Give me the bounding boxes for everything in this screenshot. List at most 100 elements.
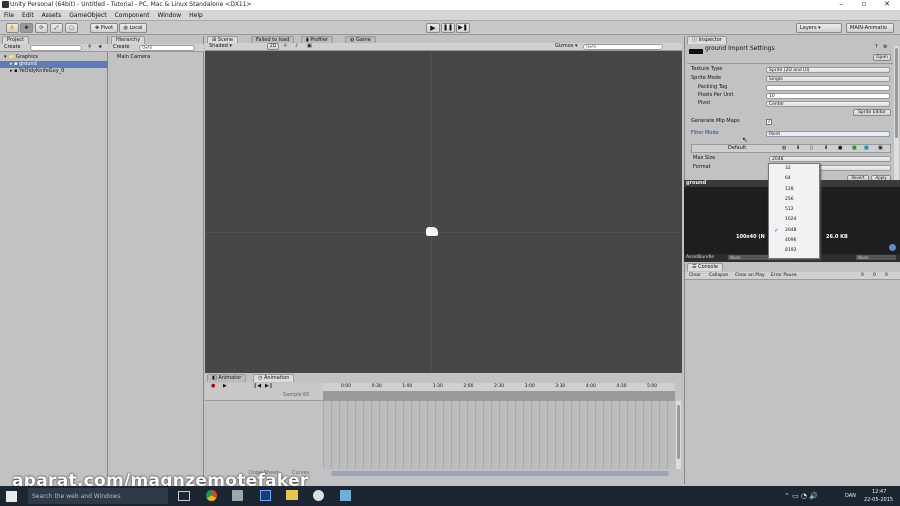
platform-default-tab[interactable]: Default <box>728 145 746 152</box>
max-size-option[interactable]: 128 <box>769 185 819 195</box>
menu-assets[interactable]: Assets <box>38 10 66 19</box>
step-button[interactable]: ▶❚ <box>456 23 470 33</box>
mipmaps-checkbox[interactable]: ✓ <box>766 119 772 125</box>
dopesheet-area[interactable] <box>323 401 675 469</box>
pixels-per-unit-input[interactable]: 10 <box>766 93 890 99</box>
max-size-option[interactable]: 256 <box>769 195 819 205</box>
texture-type-dropdown[interactable]: Sprite (2D and UI) <box>766 67 890 73</box>
taskbar-search-box[interactable]: Search the web and Windows <box>28 488 168 504</box>
local-toggle[interactable]: ◍ Local <box>119 23 147 33</box>
tab-animation[interactable]: ◷ Animation <box>253 374 295 382</box>
platform-bb-icon[interactable]: ● <box>838 145 842 152</box>
vertical-scrollbar[interactable] <box>676 401 681 469</box>
next-key-button[interactable]: ▶❙ <box>265 383 273 390</box>
console-clear-on-play-button[interactable]: Clear on Play <box>735 272 765 279</box>
hand-tool-button[interactable]: ✋ <box>6 23 19 33</box>
unity-app-icon[interactable] <box>232 490 243 501</box>
help-icon[interactable]: ? <box>875 44 878 51</box>
sprite-mode-dropdown[interactable]: Single <box>766 76 890 82</box>
tree-item-ground[interactable]: ▸ ▪ ground <box>0 61 108 68</box>
console-clear-button[interactable]: Clear <box>689 272 701 279</box>
platform-ios-icon[interactable]: ▯ <box>810 145 813 152</box>
layout-dropdown[interactable]: MAIN-Animatio <box>846 23 894 33</box>
image-effects-icon[interactable]: ▣ <box>307 43 312 50</box>
console-error-count[interactable]: 0 <box>885 272 888 279</box>
max-size-option[interactable]: 8192 <box>769 246 819 256</box>
close-button[interactable]: ✕ <box>876 0 898 10</box>
tray-icons[interactable]: ⌃ ▭ ◔ 🔊 <box>784 492 818 500</box>
console-log-count[interactable]: 0 <box>861 272 864 279</box>
menu-edit[interactable]: Edit <box>18 10 38 19</box>
platform-samsung-icon[interactable]: ▣ <box>878 145 883 152</box>
sample-field[interactable]: 60 <box>303 392 309 399</box>
filter-icon[interactable]: ⚲ <box>88 44 92 51</box>
pivot-dropdown[interactable]: Center <box>766 101 890 107</box>
filter-mode-dropdown[interactable]: Point <box>766 131 890 137</box>
prev-key-button[interactable]: ❙◀ <box>253 383 261 390</box>
keyboard-language[interactable]: DAN <box>845 493 856 499</box>
console-warn-count[interactable]: 0 <box>873 272 876 279</box>
project-search-input[interactable] <box>30 45 82 51</box>
horizontal-scrollbar[interactable] <box>331 471 669 476</box>
console-collapse-button[interactable]: Collapse <box>709 272 728 279</box>
folder-icon[interactable] <box>286 490 298 500</box>
tab-console[interactable]: ☰ Console <box>687 263 723 271</box>
tree-item-graphics[interactable]: ▾ 📁 Graphics <box>0 54 108 61</box>
sprite-editor-button[interactable]: Sprite Editor <box>853 109 891 116</box>
tab-hierarchy[interactable]: Hierarchy <box>111 36 146 44</box>
windows-start-icon[interactable] <box>6 491 17 502</box>
gizmos-dropdown[interactable]: Gizmos ▾ <box>555 43 578 50</box>
pause-button[interactable]: ❚❚ <box>441 23 455 33</box>
camera-gizmo-icon[interactable] <box>426 227 438 236</box>
layers-dropdown[interactable]: Layers ▾ <box>796 23 842 33</box>
hierarchy-search-input[interactable]: Q▾All <box>139 45 195 51</box>
max-size-option[interactable]: 4096 <box>769 236 819 246</box>
tab-inspector[interactable]: ⓘ Inspector <box>687 36 727 44</box>
tab-project[interactable]: Project <box>2 36 30 44</box>
rect-tool-button[interactable]: ▢ <box>65 23 78 33</box>
scene-search-input[interactable]: Q▾All <box>583 44 663 50</box>
hierarchy-create-button[interactable]: Create <box>113 44 130 51</box>
max-size-dropdown[interactable]: 2048 <box>769 156 891 162</box>
photoshop-icon[interactable] <box>260 490 271 501</box>
platform-android-icon[interactable]: ⬇ <box>824 145 828 152</box>
star-icon[interactable]: ★ <box>98 44 102 51</box>
audio-icon[interactable]: ♪ <box>295 43 298 50</box>
scroll-thumb[interactable] <box>895 48 898 138</box>
menu-gameobject[interactable]: GameObject <box>65 10 110 19</box>
max-size-option[interactable]: 64 <box>769 174 819 184</box>
packing-tag-input[interactable] <box>766 85 890 91</box>
settings-gear-icon[interactable]: ⚙ <box>883 44 887 51</box>
scale-tool-button[interactable]: ⤢ <box>50 23 63 33</box>
platform-xbox-icon[interactable]: ■ <box>852 145 857 152</box>
maximize-button[interactable]: ▫ <box>853 0 875 10</box>
shaded-dropdown[interactable]: Shaded ▾ <box>209 43 232 50</box>
2d-toggle[interactable]: 2D <box>267 43 279 50</box>
chrome-icon[interactable] <box>206 490 217 501</box>
max-size-option[interactable]: 1024 <box>769 215 819 225</box>
rotate-tool-button[interactable]: ⟳ <box>35 23 48 33</box>
platform-web-icon[interactable]: ◍ <box>782 145 786 152</box>
max-size-option[interactable]: 32 <box>769 164 819 174</box>
task-view-icon[interactable] <box>178 491 190 501</box>
minimize-button[interactable]: – <box>830 0 852 10</box>
menu-component[interactable]: Component <box>111 10 154 19</box>
tree-item-knifeguy[interactable]: ▸ ▪ YeOldyKnifeGuy_0 <box>0 68 108 75</box>
pivot-toggle[interactable]: ✥ Pivot <box>90 23 118 33</box>
app-window-icon[interactable] <box>340 490 351 501</box>
project-create-button[interactable]: Create <box>4 44 21 51</box>
variant-dropdown[interactable]: None <box>856 255 896 260</box>
max-size-option[interactable]: ✓ 2048 <box>769 226 819 236</box>
lighting-icon[interactable]: ☼ <box>283 43 287 50</box>
menu-window[interactable]: Window <box>153 10 185 19</box>
console-error-pause-button[interactable]: Error Pause <box>771 272 797 279</box>
open-button[interactable]: Open <box>873 54 891 61</box>
timeline-scrub[interactable] <box>323 392 675 401</box>
anim-play-button[interactable]: ▶ <box>223 383 227 390</box>
record-button[interactable]: ● <box>211 383 215 390</box>
clock-date[interactable]: 22-05-2015 <box>864 497 893 503</box>
unity-taskbar-icon[interactable] <box>313 490 324 501</box>
inspector-scrollbar[interactable] <box>894 46 899 180</box>
menu-file[interactable]: File <box>0 10 18 19</box>
play-button[interactable]: ▶ <box>426 23 440 33</box>
